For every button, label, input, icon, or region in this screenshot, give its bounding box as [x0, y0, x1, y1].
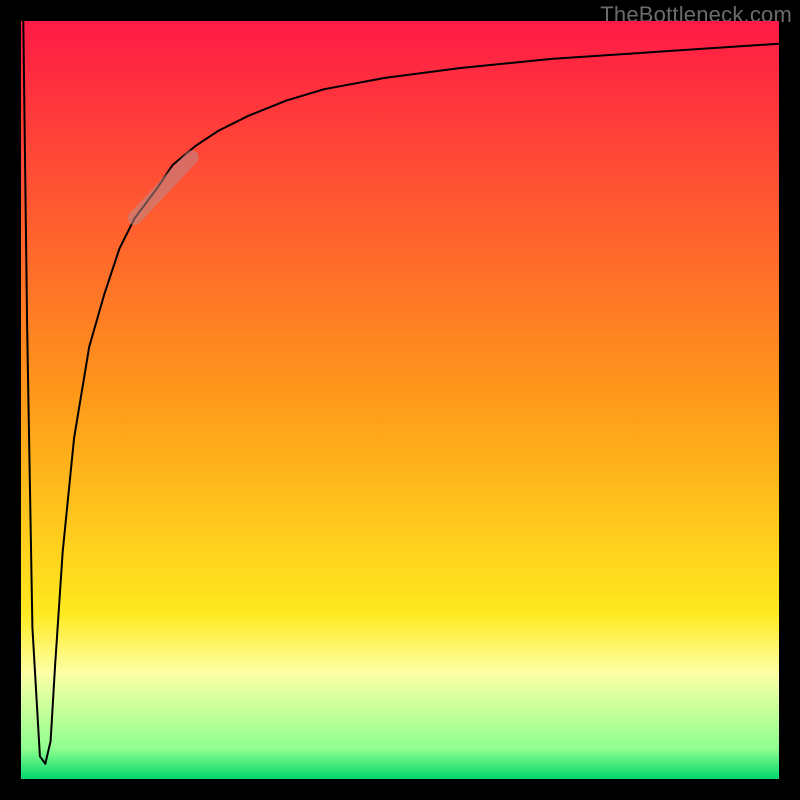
chart-frame: TheBottleneck.com	[0, 0, 800, 800]
gradient-background	[21, 21, 779, 779]
plot-svg	[21, 21, 779, 779]
bottleneck-plot	[21, 21, 779, 779]
